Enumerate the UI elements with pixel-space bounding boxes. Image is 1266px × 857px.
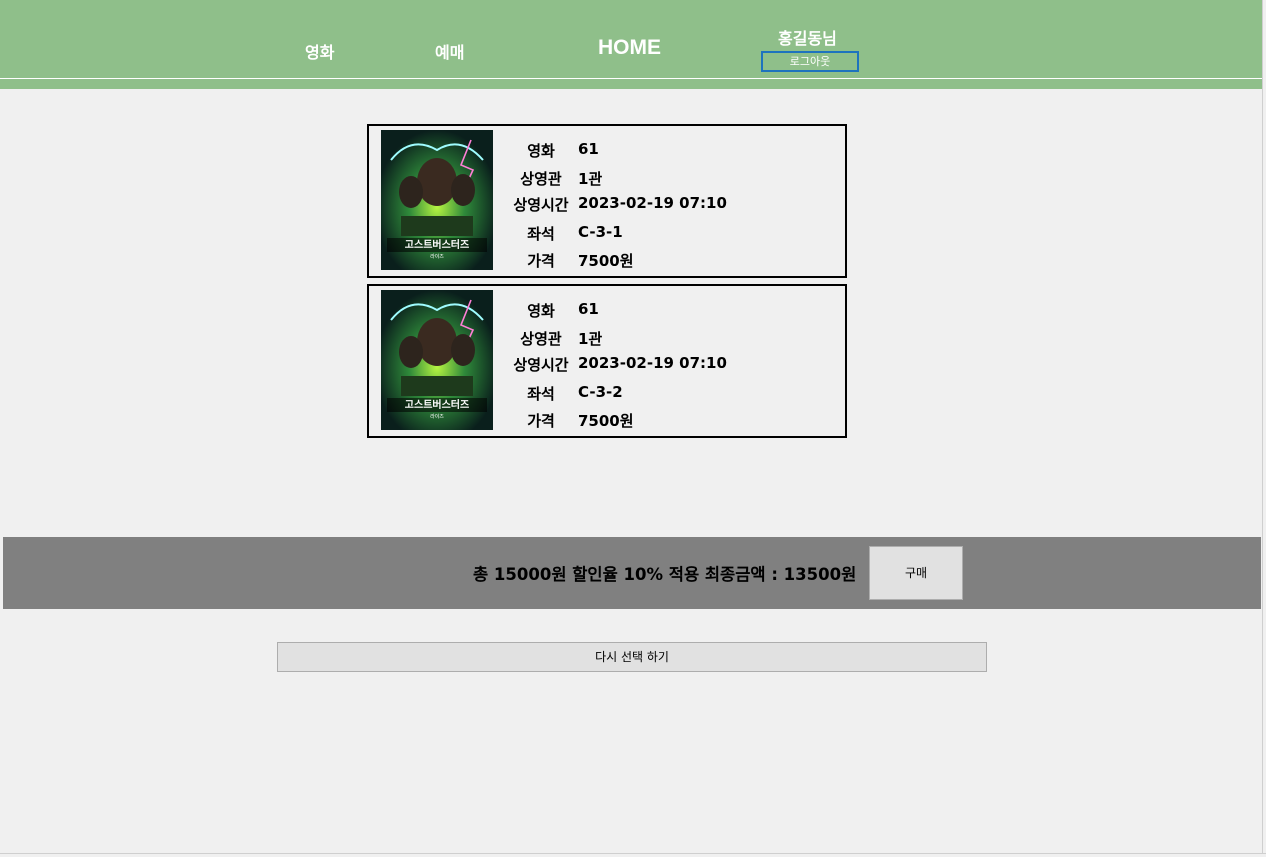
label-price: 가격 <box>527 252 555 270</box>
value-showtime: 2023-02-19 07:10 <box>578 194 727 212</box>
label-hall: 상영관 <box>520 170 562 188</box>
nav-home-link[interactable]: HOME <box>598 36 661 60</box>
label-seat: 좌석 <box>527 385 555 403</box>
nav-reserve-link[interactable]: 예매 <box>435 39 464 63</box>
value-hall: 1관 <box>578 330 603 348</box>
label-showtime: 상영시간 <box>513 196 569 214</box>
label-showtime: 상영시간 <box>513 356 569 374</box>
value-movie: 61 <box>578 300 599 318</box>
value-hall: 1관 <box>578 170 603 188</box>
ticket-card: 고스트버스터즈 라이즈 영화 61 상영관 1관 상영시간 2023-02-19 07… <box>367 284 847 438</box>
label-price: 가격 <box>527 412 555 430</box>
label-hall: 상영관 <box>520 330 562 348</box>
poster-subtitle: 라이즈 <box>430 253 444 260</box>
label-movie: 영화 <box>527 302 555 320</box>
value-seat: C-3-2 <box>578 383 623 401</box>
movie-poster: 고스트버스터즈 라이즈 <box>381 290 493 430</box>
value-price: 7500원 <box>578 412 634 430</box>
value-price: 7500원 <box>578 252 634 270</box>
buy-button[interactable]: 구매 <box>869 546 963 600</box>
window-frame-bottom <box>0 853 1266 857</box>
user-name: 홍길동님 <box>778 29 837 48</box>
window-frame-right <box>1262 0 1266 857</box>
movie-poster: 고스트버스터즈 라이즈 <box>381 130 493 270</box>
nav-movie-link[interactable]: 영화 <box>305 39 334 63</box>
purchase-bar: 총 15000원 할인율 10% 적용 최종금액 : 13500원 구매 <box>3 537 1261 609</box>
logout-button[interactable]: 로그아웃 <box>761 51 859 72</box>
header-bar: 영화 예매 HOME 홍길동님 로그아웃 <box>0 0 1266 89</box>
poster-title: 고스트버스터즈 <box>405 238 469 251</box>
reselect-button[interactable]: 다시 선택 하기 <box>277 642 987 672</box>
label-movie: 영화 <box>527 142 555 160</box>
value-seat: C-3-1 <box>578 223 623 241</box>
header-divider <box>0 78 1266 79</box>
total-summary: 총 15000원 할인율 10% 적용 최종금액 : 13500원 <box>473 565 857 584</box>
ticket-card: 고스트버스터즈 라이즈 영화 61 상영관 1관 상영시간 2023-02-19 07… <box>367 124 847 278</box>
value-showtime: 2023-02-19 07:10 <box>578 354 727 372</box>
poster-title: 고스트버스터즈 <box>405 398 469 411</box>
poster-subtitle: 라이즈 <box>430 413 444 420</box>
value-movie: 61 <box>578 140 599 158</box>
label-seat: 좌석 <box>527 225 555 243</box>
